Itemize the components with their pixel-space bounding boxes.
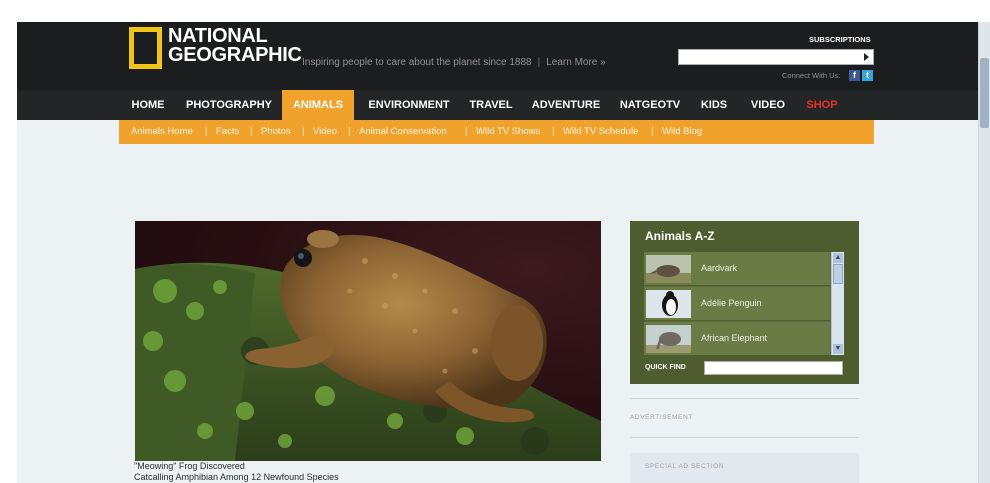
learn-more-link[interactable]: Learn More »	[546, 57, 605, 68]
aardvark-thumbnail	[646, 255, 691, 283]
nav-environment[interactable]: ENVIRONMENT	[354, 90, 464, 120]
advertisement-label: ADVERTISEMENT	[630, 414, 693, 421]
subnav-separator: |	[302, 126, 305, 137]
nav-adventure[interactable]: ADVENTURE	[518, 90, 614, 120]
list-item[interactable]: African Elephant	[644, 322, 830, 355]
subnav-wild-blog[interactable]: Wild Blog	[662, 120, 702, 144]
logo-line-2: GEOGRAPHIC	[168, 44, 302, 66]
subnav-video[interactable]: Video	[313, 120, 337, 144]
scroll-down-icon[interactable]: ▼	[833, 344, 843, 354]
subnav-wild-tv-schedule[interactable]: Wild TV Schedule	[563, 120, 638, 144]
animal-name[interactable]: African Elephant	[701, 333, 767, 343]
animals-az-title: Animals A-Z	[645, 229, 715, 243]
nav-shop[interactable]: SHOP	[794, 90, 850, 120]
sidebar-divider	[630, 398, 859, 399]
search-input[interactable]	[678, 49, 874, 65]
nav-video[interactable]: VIDEO	[742, 90, 794, 120]
site-logo-text[interactable]: NATIONAL GEOGRAPHIC	[168, 26, 302, 66]
subnav-photos[interactable]: Photos	[261, 120, 291, 144]
facebook-icon[interactable]: f	[849, 70, 860, 81]
subnav-separator: |	[205, 126, 208, 137]
quick-find-input[interactable]	[704, 361, 843, 375]
subnav-animals-home[interactable]: Animals Home	[131, 120, 193, 144]
nav-kids[interactable]: KIDS	[686, 90, 742, 120]
animals-az-widget: Animals A-Z Aardvark Adélie Penguin Afri…	[630, 221, 859, 384]
caption-subtitle[interactable]: Catcalling Amphibian Among 12 Newfound S…	[134, 472, 339, 483]
list-item[interactable]: Adélie Penguin	[644, 287, 830, 321]
subnav-separator: |	[348, 126, 351, 137]
page-scrollbar[interactable]	[978, 22, 990, 483]
subnav-separator: |	[250, 126, 253, 137]
african-elephant-thumbnail	[646, 325, 691, 353]
frog-photo-image	[135, 230, 601, 461]
animals-az-list[interactable]: Aardvark Adélie Penguin African Elephant…	[644, 252, 844, 355]
tagline-separator: |	[537, 57, 541, 68]
special-ad-section: SPECIAL AD SECTION	[630, 453, 859, 483]
scroll-up-icon[interactable]: ▲	[833, 253, 843, 263]
feature-caption[interactable]: "Meowing" Frog Discovered Catcalling Amp…	[134, 461, 339, 483]
special-ad-label: SPECIAL AD SECTION	[645, 463, 725, 470]
subscriptions-link[interactable]: SUBSCRIPTIONS	[809, 35, 871, 44]
tagline-bar: Inspiring people to care about the plane…	[302, 57, 606, 68]
nav-home[interactable]: HOME	[120, 90, 176, 120]
masthead: NATIONAL GEOGRAPHIC Inspiring people to …	[17, 22, 978, 90]
nav-travel[interactable]: TRAVEL	[464, 90, 518, 120]
nav-natgeotv[interactable]: NATGEOTV	[614, 90, 686, 120]
subnav-separator: |	[552, 126, 555, 137]
connect-label: Connect With Us:	[782, 71, 841, 80]
subnav-separator: |	[465, 126, 468, 137]
adelie-penguin-thumbnail	[646, 290, 691, 318]
quick-find-label: QUICK FIND	[645, 364, 686, 371]
scroll-thumb[interactable]	[833, 264, 843, 284]
browser-viewport: NATIONAL GEOGRAPHIC Inspiring people to …	[17, 22, 990, 483]
subnav-facts[interactable]: Facts	[216, 120, 239, 144]
natgeo-logo-icon[interactable]	[129, 27, 162, 69]
feature-photo[interactable]	[135, 221, 601, 461]
caption-title[interactable]: "Meowing" Frog Discovered	[134, 461, 339, 472]
animal-name[interactable]: Aardvark	[701, 263, 737, 273]
animals-subnav: Animals Home | Facts | Photos | Video | …	[119, 120, 874, 144]
subnav-wild-tv-shows[interactable]: Wild TV Shows	[476, 120, 540, 144]
subnav-separator: |	[651, 126, 654, 137]
subnav-animal-conservation[interactable]: Animal Conservation	[359, 120, 447, 144]
main-nav: HOME PHOTOGRAPHY ANIMALS ENVIRONMENT TRA…	[17, 90, 978, 120]
animals-list-scrollbar[interactable]: ▲ ▼	[831, 252, 844, 355]
page-scroll-thumb[interactable]	[980, 58, 989, 128]
sidebar-divider	[630, 437, 859, 438]
search-submit-icon[interactable]	[864, 53, 869, 61]
list-item[interactable]: Aardvark	[644, 252, 830, 286]
nav-photography[interactable]: PHOTOGRAPHY	[176, 90, 282, 120]
twitter-icon[interactable]: t	[862, 70, 873, 81]
nav-animals[interactable]: ANIMALS	[282, 90, 354, 120]
animal-name[interactable]: Adélie Penguin	[701, 298, 762, 308]
tagline-text: Inspiring people to care about the plane…	[302, 57, 532, 68]
